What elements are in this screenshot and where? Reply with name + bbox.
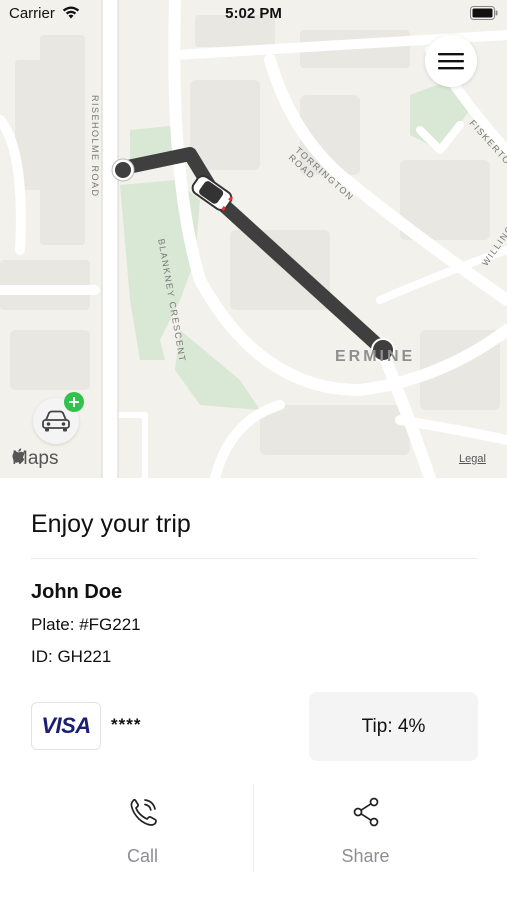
maps-attribution: Maps bbox=[12, 448, 58, 470]
phone-icon bbox=[130, 798, 157, 826]
payment-card[interactable]: VISA bbox=[31, 702, 101, 750]
clock: 5:02 PM bbox=[225, 5, 282, 22]
plus-icon bbox=[69, 397, 79, 407]
share-icon bbox=[353, 797, 378, 827]
share-button[interactable]: Share bbox=[254, 784, 477, 876]
street-label-riseholme: RISEHOLME ROAD bbox=[90, 95, 100, 198]
action-bar: Call Share bbox=[31, 784, 477, 876]
status-bar: Carrier 5:02 PM bbox=[0, 0, 507, 28]
tip-button[interactable]: Tip: 4% bbox=[309, 692, 478, 761]
add-car-badge[interactable] bbox=[64, 392, 84, 412]
visa-logo-icon: VISA bbox=[41, 713, 91, 738]
area-label-ermine: ERMINE bbox=[335, 348, 416, 365]
legal-link[interactable]: Legal bbox=[459, 453, 486, 465]
menu-button[interactable] bbox=[425, 35, 477, 87]
trip-panel: Enjoy your trip John Doe Plate: #FG221 I… bbox=[0, 478, 507, 900]
call-button[interactable]: Call bbox=[31, 784, 254, 876]
hamburger-menu-icon bbox=[438, 53, 464, 70]
battery-icon bbox=[470, 6, 498, 20]
tip-label: Tip: 4% bbox=[361, 715, 426, 737]
driver-name: John Doe bbox=[31, 581, 123, 603]
trip-title: Enjoy your trip bbox=[31, 510, 191, 538]
call-label: Call bbox=[126, 846, 158, 866]
plate-number: Plate: #FG221 bbox=[31, 615, 141, 634]
card-number-mask: **** bbox=[111, 715, 142, 734]
car-icon bbox=[42, 410, 70, 432]
driver-id: ID: GH221 bbox=[31, 647, 112, 666]
share-label: Share bbox=[341, 846, 390, 866]
title-divider bbox=[31, 558, 477, 559]
apple-logo-icon bbox=[12, 448, 25, 463]
